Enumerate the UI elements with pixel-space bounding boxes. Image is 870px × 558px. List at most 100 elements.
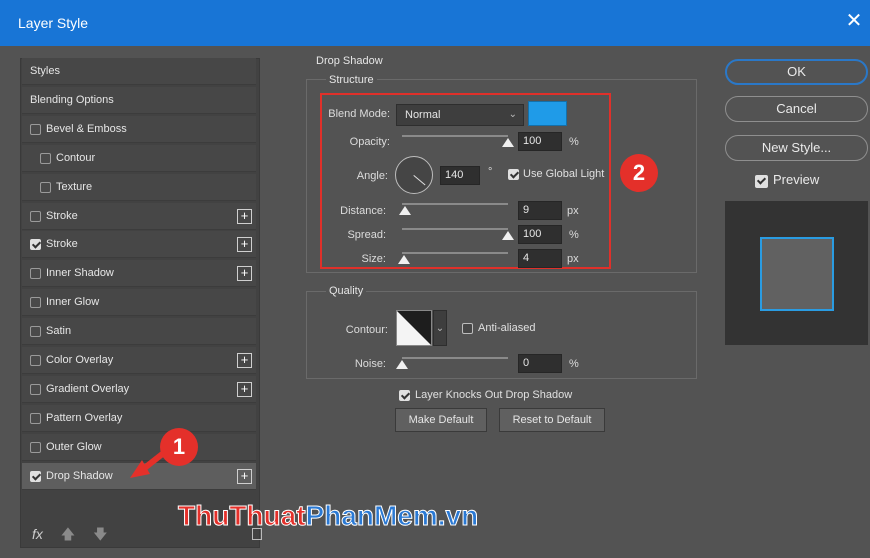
noise-slider-thumb[interactable] [396,360,408,369]
opacity-slider-track[interactable] [402,135,508,137]
style-checkbox[interactable] [30,470,41,482]
contour-dropdown[interactable]: ⌄ [433,310,447,346]
style-item-contour[interactable]: Contour [22,144,256,172]
preview-label: Preview [773,172,820,187]
angle-unit: ° [488,166,493,178]
reset-default-button[interactable]: Reset to Default [499,408,605,432]
contour-picker[interactable] [396,310,432,346]
layer-knocks-checkbox[interactable] [399,390,410,401]
watermark: ThuThuatPhanMem.vn [177,500,479,532]
style-checkbox[interactable] [30,239,41,251]
anti-aliased-checkbox[interactable] [462,323,473,334]
distance-slider-track[interactable] [402,203,508,205]
watermark-part3: PhanMem.vn [305,500,479,532]
preview-swatch [760,237,834,311]
ok-button[interactable]: OK [725,59,868,85]
style-item-label: Outer Glow [46,440,102,453]
contour-label: Contour: [345,324,388,336]
close-icon[interactable]: ✕ [844,11,864,31]
style-item-inner-shadow[interactable]: Inner Shadow + [22,260,256,288]
style-item-stroke[interactable]: Stroke + [22,231,256,259]
watermark-part1: Thu [177,500,230,532]
style-checkbox[interactable] [30,383,41,395]
style-item-label: Stroke [46,238,78,251]
add-icon[interactable]: + [237,266,252,282]
blend-mode-select[interactable]: Normal ⌄ [396,104,524,126]
opacity-slider-thumb[interactable] [502,138,514,147]
style-item-color-overlay[interactable]: Color Overlay + [22,347,256,374]
style-item-label: Inner Shadow [46,267,114,280]
add-icon[interactable]: + [237,353,252,368]
use-global-light-checkbox[interactable] [508,169,519,180]
distance-input[interactable]: 9 [518,201,562,220]
spread-slider-thumb[interactable] [502,231,514,240]
noise-label: Noise: [354,358,386,370]
preview-area [725,201,868,345]
cancel-button[interactable]: Cancel [725,96,868,122]
style-checkbox[interactable] [30,412,41,424]
style-item-gradient-overlay[interactable]: Gradient Overlay + [22,375,256,403]
shadow-color-swatch[interactable] [528,101,567,126]
style-checkbox[interactable] [30,297,41,309]
style-item-stroke[interactable]: Stroke + [22,202,256,230]
add-icon[interactable]: + [237,208,252,224]
style-item-label: Texture [56,180,93,193]
style-checkbox[interactable] [30,210,41,222]
blend-mode-label: Blend Mode: [328,108,390,120]
style-item-label: Stroke [46,209,78,222]
size-slider-thumb[interactable] [398,255,411,264]
angle-input[interactable]: 140 [440,166,480,185]
style-item-label: Bevel & Emboss [46,122,127,135]
add-icon[interactable]: + [237,381,252,397]
style-item-styles[interactable]: Styles [22,58,256,85]
style-checkbox[interactable] [40,152,51,164]
style-item-label: Styles [30,65,60,77]
style-item-pattern-overlay[interactable]: Pattern Overlay [22,404,256,432]
distance-slider-thumb[interactable] [399,206,412,215]
opacity-label: Opacity: [349,136,390,148]
spread-input[interactable]: 100 [518,225,562,244]
style-item-blending-options[interactable]: Blending Options [22,86,256,114]
window-title: Layer Style [18,15,89,31]
structure-title: Structure [326,74,377,86]
add-icon[interactable]: + [237,468,252,484]
annotation-arrow-icon [130,445,173,478]
contour-curve-icon [397,311,431,345]
spread-slider-track[interactable] [402,228,508,230]
distance-label: Distance: [340,205,386,217]
style-checkbox[interactable] [30,123,41,135]
angle-dial[interactable] [395,156,433,194]
move-up-icon[interactable]: 🡅 [61,526,75,542]
style-item-label: Drop Shadow [46,469,113,482]
style-item-inner-glow[interactable]: Inner Glow [22,289,256,317]
noise-unit: % [569,358,579,370]
size-input[interactable]: 4 [518,249,562,268]
style-checkbox[interactable] [40,181,51,193]
move-down-icon[interactable]: 🡇 [93,526,107,542]
fx-icon[interactable]: fx [32,526,43,542]
watermark-part2: Thuat [229,500,306,532]
spread-label: Spread: [347,229,386,241]
preview-checkbox[interactable] [755,175,768,188]
style-checkbox[interactable] [30,355,41,366]
opacity-unit: % [569,136,579,148]
noise-input[interactable]: 0 [518,354,562,373]
make-default-button[interactable]: Make Default [395,408,487,432]
opacity-input[interactable]: 100 [518,132,562,151]
spread-unit: % [569,229,579,241]
add-icon[interactable]: + [237,237,252,253]
title-bar: Layer Style ✕ [0,0,870,46]
angle-label: Angle: [356,170,388,182]
style-item-label: Satin [46,325,72,338]
style-item-satin[interactable]: Satin [22,318,256,346]
size-slider-track[interactable] [402,252,508,254]
anti-aliased-label: Anti-aliased [478,322,536,334]
size-unit: px [567,253,579,265]
style-checkbox[interactable] [30,326,41,338]
style-checkbox[interactable] [30,441,41,453]
style-item-texture[interactable]: Texture [22,173,256,201]
noise-slider-track[interactable] [402,357,508,359]
style-checkbox[interactable] [30,268,41,280]
style-item-bevel-emboss[interactable]: Bevel & Emboss [22,115,256,143]
new-style-button[interactable]: New Style... [725,135,868,161]
